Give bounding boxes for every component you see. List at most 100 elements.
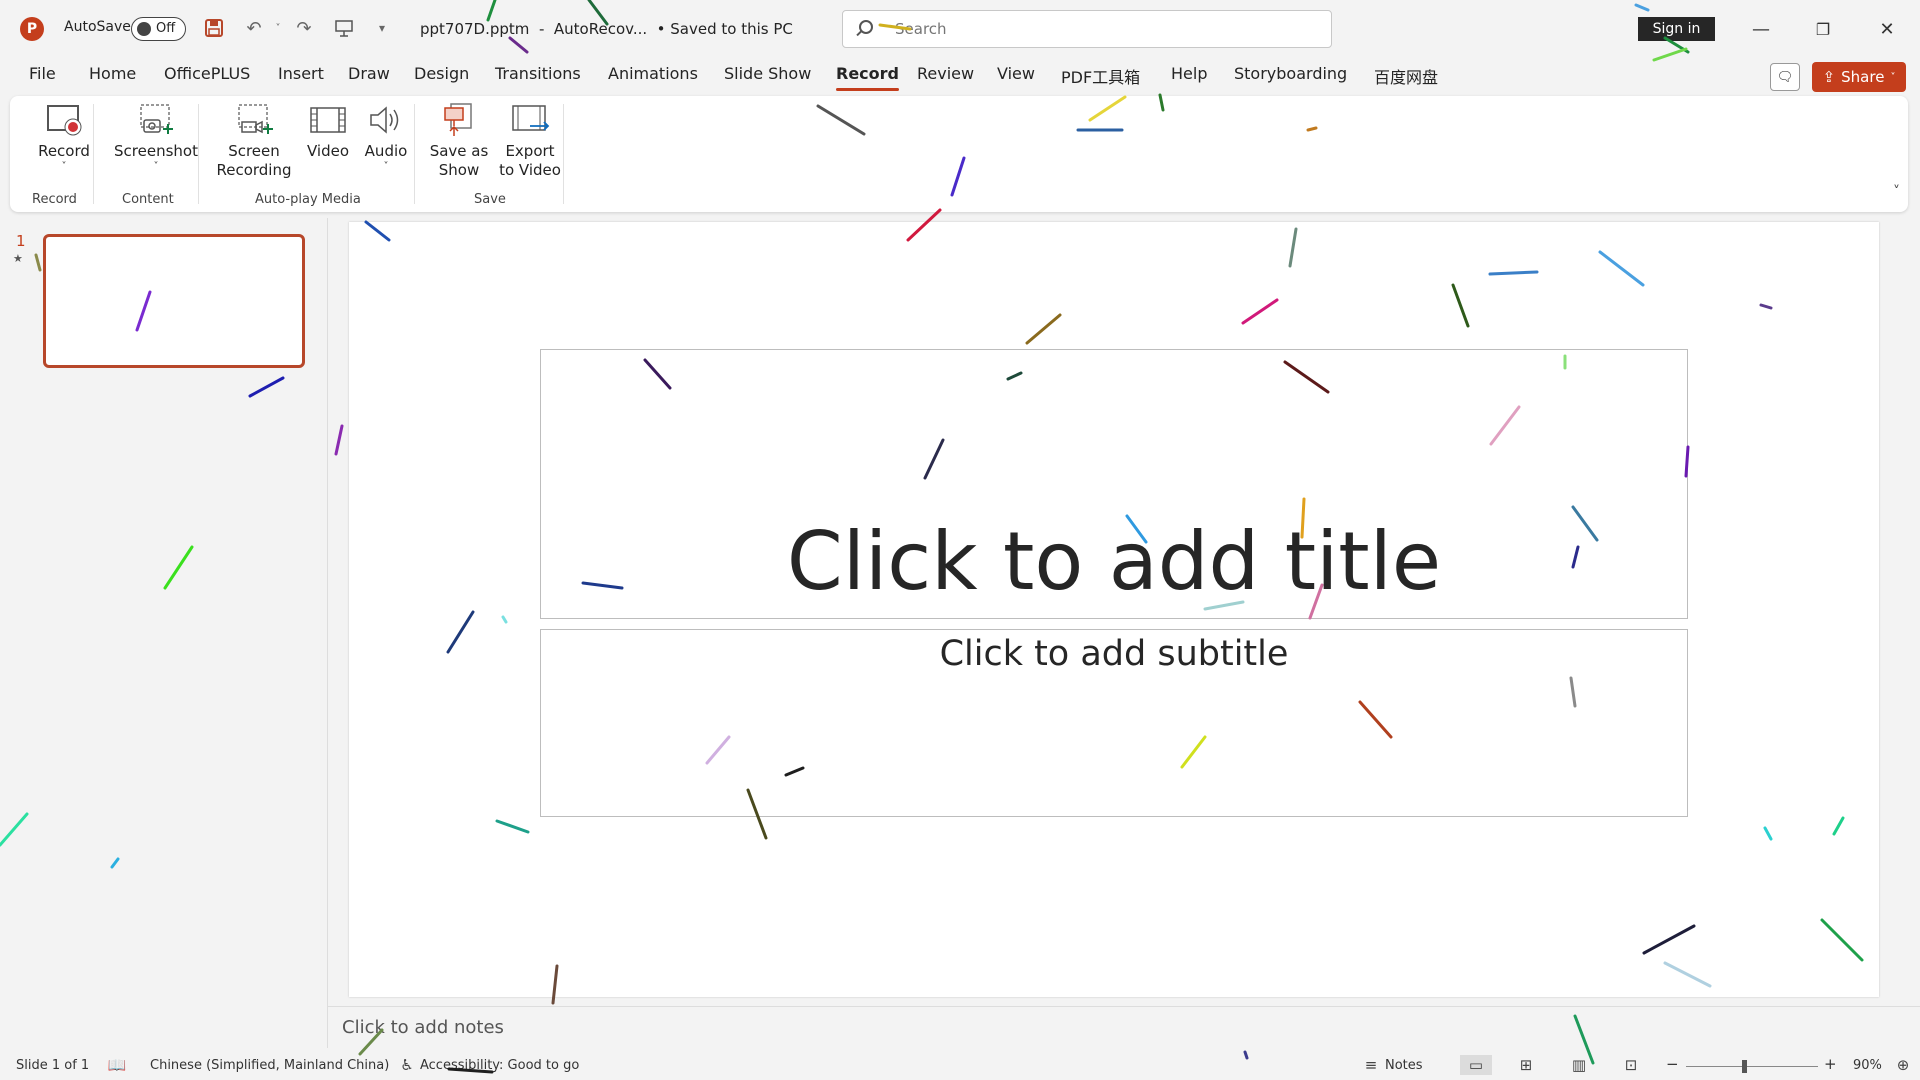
reading-view-icon[interactable]: ▥ — [1568, 1055, 1590, 1075]
animation-star-icon: ★ — [13, 252, 23, 265]
zoom-in-button[interactable]: + — [1824, 1055, 1837, 1073]
tab-baidu-netdisk[interactable]: 百度网盘 — [1374, 64, 1438, 88]
tab-animations[interactable]: Animations — [608, 64, 698, 83]
tab-design[interactable]: Design — [414, 64, 469, 83]
search-input[interactable] — [895, 19, 1295, 39]
toggle-knob — [137, 22, 151, 36]
screen-recording-button[interactable]: Screen Recording — [208, 102, 300, 180]
audio-label: Audio — [364, 142, 408, 160]
undo-dropdown-icon[interactable]: ˅ — [264, 14, 292, 42]
save-as-show-label-1: Save as — [429, 142, 489, 160]
restore-icon[interactable]: ❐ — [1800, 14, 1846, 44]
title-placeholder-text: Click to add title — [786, 515, 1442, 608]
subtitle-placeholder-text: Click to add subtitle — [939, 634, 1289, 674]
export-video-icon — [510, 102, 550, 138]
group-separator — [563, 104, 564, 204]
search-box[interactable] — [842, 10, 1332, 48]
fit-to-window-icon[interactable]: ⊕ — [1892, 1055, 1914, 1075]
share-button[interactable]: ⇪ Share ˅ — [1812, 62, 1906, 92]
close-icon[interactable]: ✕ — [1864, 14, 1910, 44]
tab-view[interactable]: View — [997, 64, 1035, 83]
group-label-content: Content — [122, 192, 174, 207]
title-placeholder[interactable]: Click to add title — [540, 349, 1688, 619]
slideshow-view-icon[interactable]: ⊡ — [1620, 1055, 1642, 1075]
accessibility-status[interactable]: Accessibility: Good to go — [420, 1058, 579, 1073]
tab-review[interactable]: Review — [917, 64, 974, 83]
group-label-auto-play-media: Auto-play Media — [255, 192, 361, 207]
save-icon[interactable] — [200, 14, 228, 42]
share-icon: ⇪ — [1822, 68, 1836, 86]
notes-icon[interactable]: ≡ — [1360, 1055, 1382, 1075]
notes-toggle-label[interactable]: Notes — [1385, 1058, 1423, 1073]
search-icon — [859, 20, 873, 34]
confetti-streak — [334, 424, 344, 456]
present-icon[interactable] — [330, 14, 358, 42]
save-as-show-label-2: Show — [438, 161, 480, 179]
tab-pdf-tools[interactable]: PDF工具箱 — [1061, 64, 1140, 88]
autosave-state: Off — [156, 21, 176, 36]
screenshot-button[interactable]: Screenshot ˅ — [105, 102, 207, 173]
accessibility-icon[interactable]: ♿ — [396, 1055, 418, 1075]
video-icon — [308, 102, 348, 138]
screenshot-label: Screenshot — [114, 142, 198, 160]
language-status[interactable]: Chinese (Simplified, Mainland China) — [150, 1058, 389, 1073]
group-label-record: Record — [32, 192, 77, 207]
record-caret-icon: ˅ — [61, 161, 67, 172]
export-video-label-2: to Video — [499, 161, 561, 179]
record-button[interactable]: Record ˅ — [28, 102, 100, 173]
group-separator — [198, 104, 199, 204]
comment-icon: 🗨 — [1776, 69, 1794, 85]
tab-record[interactable]: Record — [836, 64, 899, 91]
group-separator — [414, 104, 415, 204]
autosave-toggle[interactable]: Off — [131, 17, 186, 41]
slide-thumbnail[interactable] — [43, 234, 305, 368]
document-title: ppt707D.pptm - AutoRecov... • Saved to t… — [420, 20, 793, 38]
tab-transitions[interactable]: Transitions — [495, 64, 581, 83]
zoom-level[interactable]: 90% — [1853, 1058, 1882, 1073]
tab-help[interactable]: Help — [1171, 64, 1207, 83]
export-video-label-1: Export — [505, 142, 555, 160]
screen-recording-icon — [234, 102, 274, 138]
minimize-icon[interactable]: — — [1738, 14, 1784, 44]
slide-canvas[interactable]: Click to add title Click to add subtitle — [349, 222, 1879, 997]
save-as-show-button[interactable]: Save as Show — [424, 102, 494, 180]
comments-button[interactable]: 🗨 — [1770, 63, 1800, 91]
screenshot-caret-icon: ˅ — [153, 161, 159, 172]
normal-view-icon[interactable]: ▭ — [1460, 1055, 1492, 1075]
tab-officeplus[interactable]: OfficePLUS — [164, 64, 250, 83]
export-to-video-button[interactable]: Export to Video — [488, 102, 572, 180]
sign-in-button[interactable]: Sign in — [1638, 17, 1715, 41]
collapse-ribbon-icon[interactable]: ˅ — [1893, 184, 1900, 200]
zoom-slider-thumb[interactable] — [1742, 1060, 1747, 1073]
tab-home[interactable]: Home — [89, 64, 136, 83]
group-label-save: Save — [474, 192, 506, 207]
notes-pane[interactable]: Click to add notes — [328, 1006, 1920, 1050]
notes-placeholder: Click to add notes — [342, 1017, 504, 1038]
tab-draw[interactable]: Draw — [348, 64, 390, 83]
status-bar: Slide 1 of 1 📖 Chinese (Simplified, Main… — [0, 1050, 1920, 1080]
slide-info: Slide 1 of 1 — [16, 1058, 90, 1073]
customize-toolbar-icon[interactable]: ▾ — [368, 14, 396, 42]
subtitle-placeholder[interactable]: Click to add subtitle — [540, 629, 1688, 817]
tab-file[interactable]: File — [29, 64, 56, 83]
video-button[interactable]: Video — [296, 102, 360, 161]
audio-caret-icon: ˅ — [383, 161, 389, 172]
powerpoint-logo-icon: P — [20, 17, 44, 41]
record-label: Record — [38, 142, 90, 160]
tab-slide-show[interactable]: Slide Show — [724, 64, 811, 83]
spelling-check-icon[interactable]: 📖 — [106, 1055, 128, 1075]
share-dropdown-icon: ˅ — [1890, 71, 1896, 83]
screen-recording-label-2: Recording — [216, 161, 292, 179]
zoom-slider-track[interactable] — [1686, 1066, 1818, 1067]
group-separator — [93, 104, 94, 204]
redo-icon[interactable]: ↷ — [290, 14, 318, 42]
slide-sorter-icon[interactable]: ⊞ — [1515, 1055, 1537, 1075]
ribbon: Record ˅ Screenshot ˅ Screen Recording V… — [10, 96, 1908, 212]
audio-icon — [366, 102, 406, 138]
zoom-out-button[interactable]: − — [1666, 1055, 1679, 1073]
audio-button[interactable]: Audio ˅ — [354, 102, 418, 173]
autosave-label: AutoSave — [64, 19, 131, 35]
tab-storyboarding[interactable]: Storyboarding — [1234, 64, 1347, 83]
save-as-show-icon — [439, 102, 479, 138]
tab-insert[interactable]: Insert — [278, 64, 324, 83]
